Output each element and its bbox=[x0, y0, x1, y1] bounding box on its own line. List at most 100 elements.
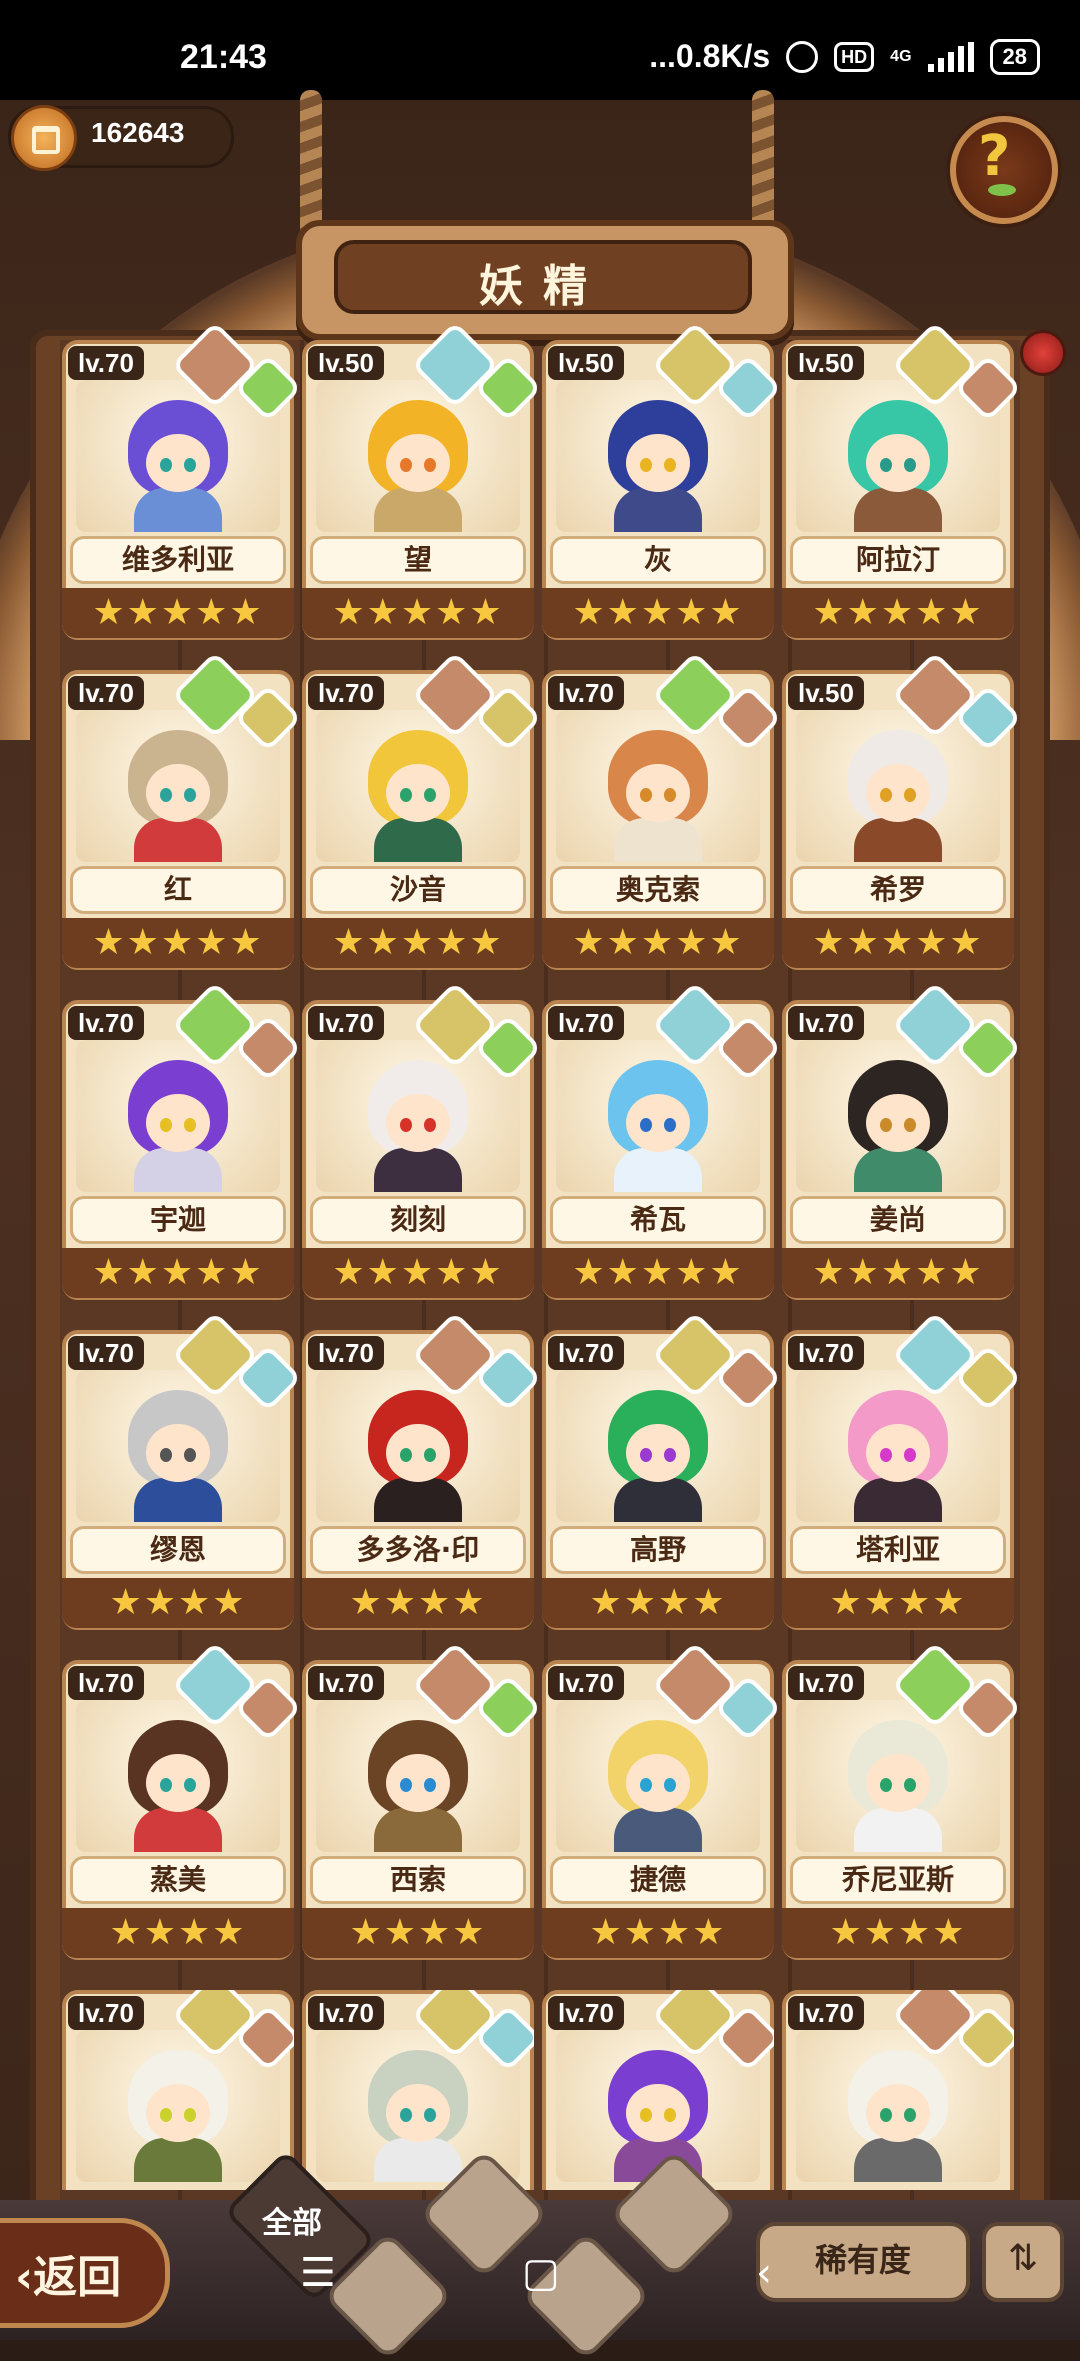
fairy-card[interactable]: lv.70 缪恩 ★★★★ bbox=[62, 1311, 302, 1630]
fairy-card[interactable]: lv.50 希罗 ★★★★★ bbox=[782, 651, 1022, 970]
fairy-card[interactable]: lv.70 捷德 ★★★★ bbox=[542, 1641, 782, 1960]
fairy-name: 望 bbox=[403, 543, 432, 576]
fairy-name: 缪恩 bbox=[149, 1533, 206, 1566]
level-badge: lv.70 bbox=[308, 1336, 384, 1370]
fairy-name: 西索 bbox=[389, 1863, 446, 1896]
level-badge: lv.70 bbox=[788, 1336, 864, 1370]
star-rating: ★★★★ bbox=[302, 1578, 534, 1628]
fairy-card[interactable]: lv.70 bbox=[62, 1990, 294, 2190]
fairy-card[interactable]: lv.70 塔利亚 ★★★★ bbox=[782, 1311, 1022, 1630]
fairy-name: 希罗 bbox=[869, 873, 926, 906]
level-badge: lv.70 bbox=[548, 1006, 624, 1040]
level-badge: lv.70 bbox=[68, 346, 144, 380]
fairy-name: 捷德 bbox=[629, 1863, 686, 1896]
sprout-icon bbox=[988, 184, 1016, 196]
star-rating: ★★★★★ bbox=[782, 918, 1014, 968]
fairy-card[interactable]: lv.70 乔尼亚斯 ★★★★ bbox=[782, 1641, 1022, 1960]
level-badge: lv.70 bbox=[68, 1336, 144, 1370]
fairy-name: 高野 bbox=[629, 1533, 686, 1566]
rope-left bbox=[300, 90, 322, 240]
status-time: 21:43 bbox=[180, 38, 267, 76]
star-rating: ★★★★★ bbox=[302, 588, 534, 638]
sort-order-icon[interactable]: ⇅ bbox=[982, 2222, 1064, 2302]
star-rating: ★★★★★ bbox=[542, 918, 774, 968]
fairy-name: 塔利亚 bbox=[855, 1533, 940, 1566]
coin-value: 162643 bbox=[91, 117, 185, 148]
ladybug-icon[interactable] bbox=[1020, 330, 1066, 376]
battery-icon: 28 bbox=[989, 38, 1040, 75]
rope-right bbox=[752, 90, 774, 240]
level-badge: lv.70 bbox=[308, 1006, 384, 1040]
game-screen: 162643 妖精 ? lv.70 维多利亚 ★★★★★ lv.50 望 ★★★★★ lv.… bbox=[0, 90, 1080, 2340]
fairy-name: 宇迦 bbox=[149, 1203, 206, 1236]
fairy-name: 灰 bbox=[643, 543, 672, 576]
fairy-card[interactable]: lv.70 姜尚 ★★★★★ bbox=[782, 981, 1022, 1300]
level-badge: lv.70 bbox=[68, 1666, 144, 1700]
fairy-name: 刻刻 bbox=[389, 1203, 446, 1236]
fairy-card[interactable]: lv.70 bbox=[782, 1990, 1014, 2190]
level-badge: lv.70 bbox=[68, 1006, 144, 1040]
fairy-card[interactable]: lv.70 奥克索 ★★★★★ bbox=[542, 651, 782, 970]
level-badge: lv.70 bbox=[68, 676, 144, 710]
fairy-card[interactable]: lv.70 刻刻 ★★★★★ bbox=[302, 981, 542, 1300]
help-button[interactable]: ? bbox=[950, 116, 1058, 224]
page-title: 妖精 bbox=[479, 261, 607, 312]
level-badge: lv.70 bbox=[788, 1996, 864, 2030]
level-badge: lv.70 bbox=[788, 1006, 864, 1040]
fairy-card[interactable]: lv.50 灰 ★★★★★ bbox=[542, 321, 782, 640]
fairy-card[interactable]: lv.50 望 ★★★★★ bbox=[302, 321, 542, 640]
star-rating: ★★★★★ bbox=[62, 918, 294, 968]
star-rating: ★★★★ bbox=[62, 1578, 294, 1628]
fairy-name: 蒸美 bbox=[149, 1863, 206, 1896]
fairy-card[interactable]: lv.70 bbox=[302, 1990, 534, 2190]
fairy-card[interactable]: lv.70 希瓦 ★★★★★ bbox=[542, 981, 782, 1300]
fairy-card[interactable]: lv.50 阿拉汀 ★★★★★ bbox=[782, 321, 1022, 640]
fairy-card[interactable]: lv.70 宇迦 ★★★★★ bbox=[62, 981, 302, 1300]
star-rating: ★★★★ bbox=[302, 1908, 534, 1958]
fairy-name: 沙音 bbox=[389, 873, 446, 906]
status-indicators: ...0.8K/s HD 4G 28 bbox=[649, 38, 1040, 75]
fairy-card[interactable]: lv.70 bbox=[542, 1990, 774, 2190]
star-rating: ★★★★ bbox=[782, 1578, 1014, 1628]
level-badge: lv.70 bbox=[788, 1666, 864, 1700]
nav-home-icon[interactable]: ▢ bbox=[522, 2250, 560, 2296]
star-rating: ★★★★★ bbox=[782, 588, 1014, 638]
question-icon: ? bbox=[978, 124, 1011, 189]
title-board: 妖精 bbox=[296, 220, 794, 340]
hd-badge: HD bbox=[834, 41, 875, 72]
star-rating: ★★★★ bbox=[782, 1908, 1014, 1958]
fairy-card[interactable]: lv.70 蒸美 ★★★★ bbox=[62, 1641, 302, 1960]
star-rating: ★★★★★ bbox=[302, 1248, 534, 1298]
status-bar: 21:43 ...0.8K/s HD 4G 28 bbox=[0, 0, 1080, 100]
nav-menu-icon[interactable]: ☰ bbox=[300, 2250, 336, 2296]
level-badge: lv.70 bbox=[548, 1336, 624, 1370]
back-label: ‹返回 bbox=[15, 2252, 122, 2303]
level-badge: lv.70 bbox=[308, 1996, 384, 2030]
fairy-card[interactable]: lv.70 红 ★★★★★ bbox=[62, 651, 302, 970]
level-badge: lv.50 bbox=[788, 676, 864, 710]
rarity-sort-button[interactable]: 稀有度 bbox=[756, 2222, 970, 2302]
star-rating: ★★★★ bbox=[542, 1578, 774, 1628]
fairy-card[interactable]: lv.70 多多洛·印 ★★★★ bbox=[302, 1311, 542, 1630]
fairy-name: 红 bbox=[163, 873, 192, 906]
fairy-name: 多多洛·印 bbox=[356, 1533, 480, 1566]
fairy-card[interactable]: lv.70 沙音 ★★★★★ bbox=[302, 651, 542, 970]
star-rating: ★★★★★ bbox=[62, 588, 294, 638]
coin-counter: 162643 bbox=[8, 105, 234, 171]
back-button[interactable]: ‹返回 bbox=[0, 2218, 170, 2328]
star-rating: ★★★★★ bbox=[542, 588, 774, 638]
level-badge: lv.70 bbox=[68, 1996, 144, 2030]
level-badge: lv.50 bbox=[308, 346, 384, 380]
alarm-icon bbox=[786, 40, 819, 73]
level-badge: lv.70 bbox=[548, 676, 624, 710]
nav-back-icon[interactable]: ‹ bbox=[756, 2250, 772, 2296]
star-rating: ★★★★ bbox=[542, 1908, 774, 1958]
signal-icon bbox=[927, 41, 974, 72]
fairy-card[interactable]: lv.70 高野 ★★★★ bbox=[542, 1311, 782, 1630]
fairy-card[interactable]: lv.70 西索 ★★★★ bbox=[302, 1641, 542, 1960]
fairy-card[interactable]: lv.70 维多利亚 ★★★★★ bbox=[62, 321, 302, 640]
fairy-name: 希瓦 bbox=[629, 1203, 686, 1236]
level-badge: lv.70 bbox=[548, 1666, 624, 1700]
network-type: 4G bbox=[890, 47, 912, 65]
star-rating: ★★★★★ bbox=[62, 1248, 294, 1298]
